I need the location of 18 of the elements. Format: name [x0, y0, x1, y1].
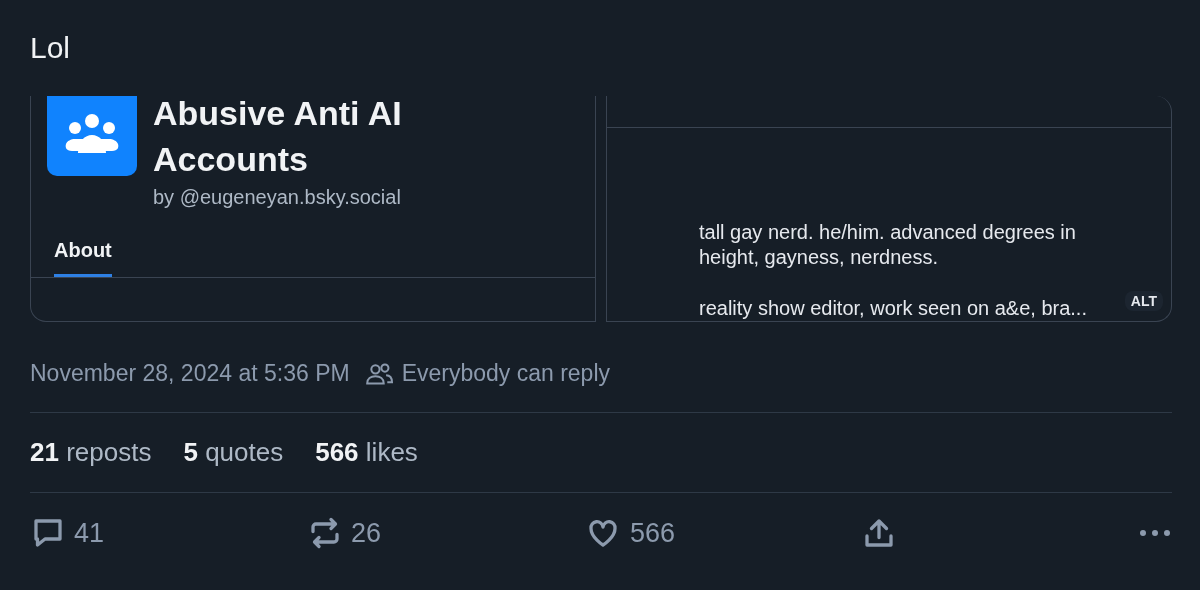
feed-author: by @eugeneyan.bsky.social: [153, 186, 402, 209]
repost-button[interactable]: 26: [307, 515, 457, 551]
post-text: Lol: [30, 30, 72, 66]
stat-count[interactable]: 21 reposts: [30, 437, 152, 468]
about-tab[interactable]: About: [54, 239, 112, 277]
feed-title: Abusive Anti AI Accounts: [153, 96, 403, 180]
stat-count[interactable]: 566 likes: [315, 437, 418, 468]
more-icon: [1138, 528, 1172, 538]
bio-text: tall gay nerd. he/him. advanced degrees in height, gayness, nerdness.: [699, 220, 1077, 270]
reply-button[interactable]: 41: [30, 515, 180, 551]
reply-setting[interactable]: Everybody can reply: [401, 360, 611, 387]
profile-screenshot[interactable]: tall gay nerd. he/him. advanced degrees in height, gayness, nerdness. reality show editor, work seen on a&e, bra... ALT: [606, 96, 1172, 322]
alt-badge[interactable]: ALT: [1124, 291, 1163, 311]
post-timestamp: November 28, 2024 at 5:36 PM: [30, 360, 350, 387]
stat-count[interactable]: 5 quotes: [183, 437, 284, 468]
like-button[interactable]: 566: [584, 515, 734, 551]
feed-screenshot[interactable]: Abusive Anti AI Accounts by @eugeneyan.bsky.social About: [30, 96, 596, 322]
people-icon: [47, 96, 137, 176]
